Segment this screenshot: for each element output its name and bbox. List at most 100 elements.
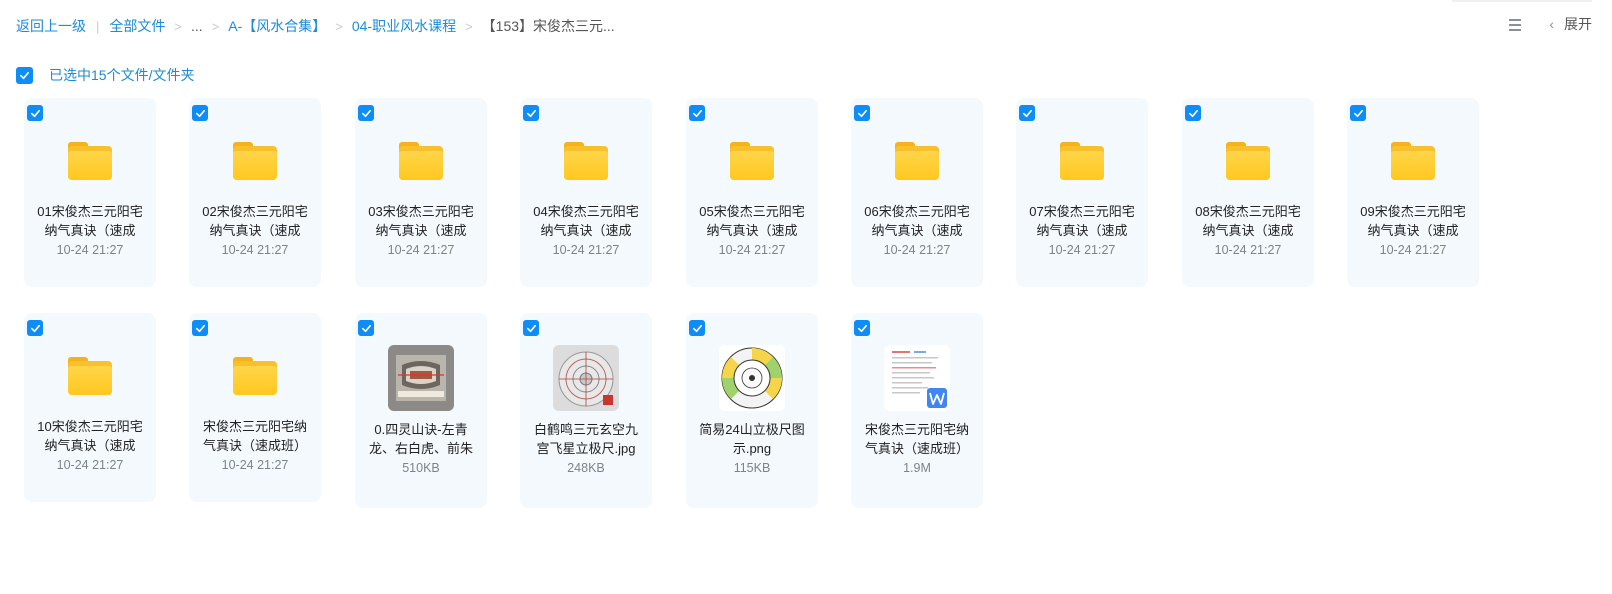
folder-icon bbox=[231, 140, 279, 182]
item-name: 0.四灵山诀-左青龙、右白虎、前朱 bbox=[368, 422, 473, 456]
folder-icon bbox=[1224, 140, 1272, 182]
check-icon bbox=[1188, 109, 1198, 117]
check-icon bbox=[361, 324, 371, 332]
item-date: 10-24 21:27 bbox=[1214, 243, 1282, 257]
check-icon bbox=[526, 324, 536, 332]
check-icon bbox=[30, 109, 40, 117]
folder-icon bbox=[66, 140, 114, 182]
item-checkbox[interactable] bbox=[192, 105, 208, 121]
file-tile[interactable]: 0.四灵山诀-左青龙、右白虎、前朱 510KB bbox=[355, 313, 487, 508]
item-date: 10-24 21:27 bbox=[718, 243, 786, 257]
item-date: 10-24 21:27 bbox=[387, 243, 455, 257]
item-date: 10-24 21:27 bbox=[1379, 243, 1447, 257]
item-date: 10-24 21:27 bbox=[883, 243, 951, 257]
item-name: 07宋俊杰三元阳宅纳气真诀（速成 bbox=[1029, 204, 1135, 238]
check-icon bbox=[195, 324, 205, 332]
item-checkbox[interactable] bbox=[1185, 105, 1201, 121]
folder-icon bbox=[562, 140, 610, 182]
item-checkbox[interactable] bbox=[689, 320, 705, 336]
check-icon bbox=[526, 109, 536, 117]
selection-bar: 已选中15个文件/文件夹 bbox=[16, 65, 194, 85]
item-checkbox[interactable] bbox=[358, 105, 374, 121]
select-all-checkbox[interactable] bbox=[16, 66, 33, 84]
check-icon bbox=[692, 109, 702, 117]
folder-icon bbox=[728, 140, 776, 182]
folder-tile[interactable]: 05宋俊杰三元阳宅纳气真诀（速成 10-24 21:27 bbox=[686, 98, 818, 287]
check-icon bbox=[1022, 109, 1032, 117]
folder-tile[interactable]: 08宋俊杰三元阳宅纳气真诀（速成 10-24 21:27 bbox=[1182, 98, 1314, 287]
item-date: 10-24 21:27 bbox=[221, 458, 289, 472]
folder-icon bbox=[1389, 140, 1437, 182]
check-icon bbox=[857, 109, 867, 117]
item-size: 248KB bbox=[567, 461, 605, 475]
breadcrumb-current: 【153】宋俊杰三元... bbox=[481, 18, 615, 34]
breadcrumb-divider: | bbox=[96, 18, 100, 34]
image-thumbnail bbox=[719, 345, 785, 411]
item-name: 10宋俊杰三元阳宅纳气真诀（速成 bbox=[37, 419, 143, 453]
back-link[interactable]: 返回上一级 bbox=[16, 16, 86, 36]
breadcrumb-separator: > bbox=[465, 18, 473, 34]
item-checkbox[interactable] bbox=[192, 320, 208, 336]
item-name: 09宋俊杰三元阳宅纳气真诀（速成 bbox=[1360, 204, 1466, 238]
item-checkbox[interactable] bbox=[27, 105, 43, 121]
folder-tile[interactable]: 04宋俊杰三元阳宅纳气真诀（速成 10-24 21:27 bbox=[520, 98, 652, 287]
word-document-icon bbox=[884, 345, 950, 411]
expand-button[interactable]: ‹ 展开 bbox=[1549, 14, 1592, 34]
item-name: 宋俊杰三元阳宅纳气真诀（速成班） bbox=[864, 422, 969, 456]
list-view-icon[interactable] bbox=[1507, 16, 1523, 32]
file-tile[interactable]: 白鹤鸣三元玄空九宫飞星立极尺.jpg 248KB bbox=[520, 313, 652, 508]
breadcrumb-bar: 返回上一级 | 全部文件 > ... > A-【风水合集】 > 04-职业风水课… bbox=[0, 0, 1612, 52]
selection-count: 已选中15个文件/文件夹 bbox=[49, 67, 195, 83]
item-size: 510KB bbox=[402, 461, 440, 475]
item-checkbox[interactable] bbox=[523, 105, 539, 121]
item-checkbox[interactable] bbox=[358, 320, 374, 336]
file-tile[interactable]: 简易24山立极尺图示.png 115KB bbox=[686, 313, 818, 508]
item-size: 115KB bbox=[733, 461, 771, 475]
check-icon bbox=[361, 109, 371, 117]
item-date: 10-24 21:27 bbox=[221, 243, 289, 257]
folder-tile[interactable]: 07宋俊杰三元阳宅纳气真诀（速成 10-24 21:27 bbox=[1016, 98, 1148, 287]
breadcrumb-ellipsis[interactable]: ... bbox=[191, 18, 203, 34]
image-thumbnail bbox=[388, 345, 454, 411]
item-name: 01宋俊杰三元阳宅纳气真诀（速成 bbox=[37, 204, 143, 238]
breadcrumb-separator: > bbox=[335, 18, 343, 34]
item-name: 03宋俊杰三元阳宅纳气真诀（速成 bbox=[368, 204, 474, 238]
image-thumbnail bbox=[553, 345, 619, 411]
chevron-left-icon: ‹ bbox=[1549, 16, 1554, 32]
item-checkbox[interactable] bbox=[523, 320, 539, 336]
folder-tile[interactable]: 宋俊杰三元阳宅纳气真诀（速成班） 10-24 21:27 bbox=[189, 313, 321, 502]
item-name: 宋俊杰三元阳宅纳气真诀（速成班） bbox=[202, 419, 307, 453]
folder-tile[interactable]: 10宋俊杰三元阳宅纳气真诀（速成 10-24 21:27 bbox=[24, 313, 156, 502]
item-checkbox[interactable] bbox=[27, 320, 43, 336]
item-size: 1.9M bbox=[903, 461, 931, 475]
item-checkbox[interactable] bbox=[1019, 105, 1035, 121]
item-date: 10-24 21:27 bbox=[552, 243, 620, 257]
item-name: 02宋俊杰三元阳宅纳气真诀（速成 bbox=[202, 204, 308, 238]
check-icon bbox=[20, 71, 29, 79]
folder-icon bbox=[397, 140, 445, 182]
check-icon bbox=[692, 324, 702, 332]
item-date: 10-24 21:27 bbox=[56, 458, 124, 472]
check-icon bbox=[30, 324, 40, 332]
item-name: 06宋俊杰三元阳宅纳气真诀（速成 bbox=[864, 204, 970, 238]
item-name: 白鹤鸣三元玄空九宫飞星立极尺.jpg bbox=[533, 422, 638, 456]
breadcrumb: 返回上一级 | 全部文件 > ... > A-【风水合集】 > 04-职业风水课… bbox=[16, 16, 615, 36]
folder-tile[interactable]: 09宋俊杰三元阳宅纳气真诀（速成 10-24 21:27 bbox=[1347, 98, 1479, 287]
folder-tile[interactable]: 06宋俊杰三元阳宅纳气真诀（速成 10-24 21:27 bbox=[851, 98, 983, 287]
item-checkbox[interactable] bbox=[1350, 105, 1366, 121]
item-name: 简易24山立极尺图示.png bbox=[699, 422, 805, 456]
breadcrumb-all-files[interactable]: 全部文件 bbox=[109, 16, 165, 36]
view-controls: ‹ 展开 bbox=[1507, 14, 1592, 34]
folder-tile[interactable]: 03宋俊杰三元阳宅纳气真诀（速成 10-24 21:27 bbox=[355, 98, 487, 287]
folder-tile[interactable]: 02宋俊杰三元阳宅纳气真诀（速成 10-24 21:27 bbox=[189, 98, 321, 287]
folder-tile[interactable]: 01宋俊杰三元阳宅纳气真诀（速成 10-24 21:27 bbox=[24, 98, 156, 287]
breadcrumb-level2[interactable]: 04-职业风水课程 bbox=[352, 16, 456, 36]
folder-icon bbox=[1058, 140, 1106, 182]
expand-label: 展开 bbox=[1564, 16, 1592, 32]
item-checkbox[interactable] bbox=[689, 105, 705, 121]
breadcrumb-level1[interactable]: A-【风水合集】 bbox=[228, 16, 326, 36]
item-name: 05宋俊杰三元阳宅纳气真诀（速成 bbox=[699, 204, 805, 238]
item-checkbox[interactable] bbox=[854, 105, 870, 121]
item-checkbox[interactable] bbox=[854, 320, 870, 336]
file-tile[interactable]: 宋俊杰三元阳宅纳气真诀（速成班） 1.9M bbox=[851, 313, 983, 508]
